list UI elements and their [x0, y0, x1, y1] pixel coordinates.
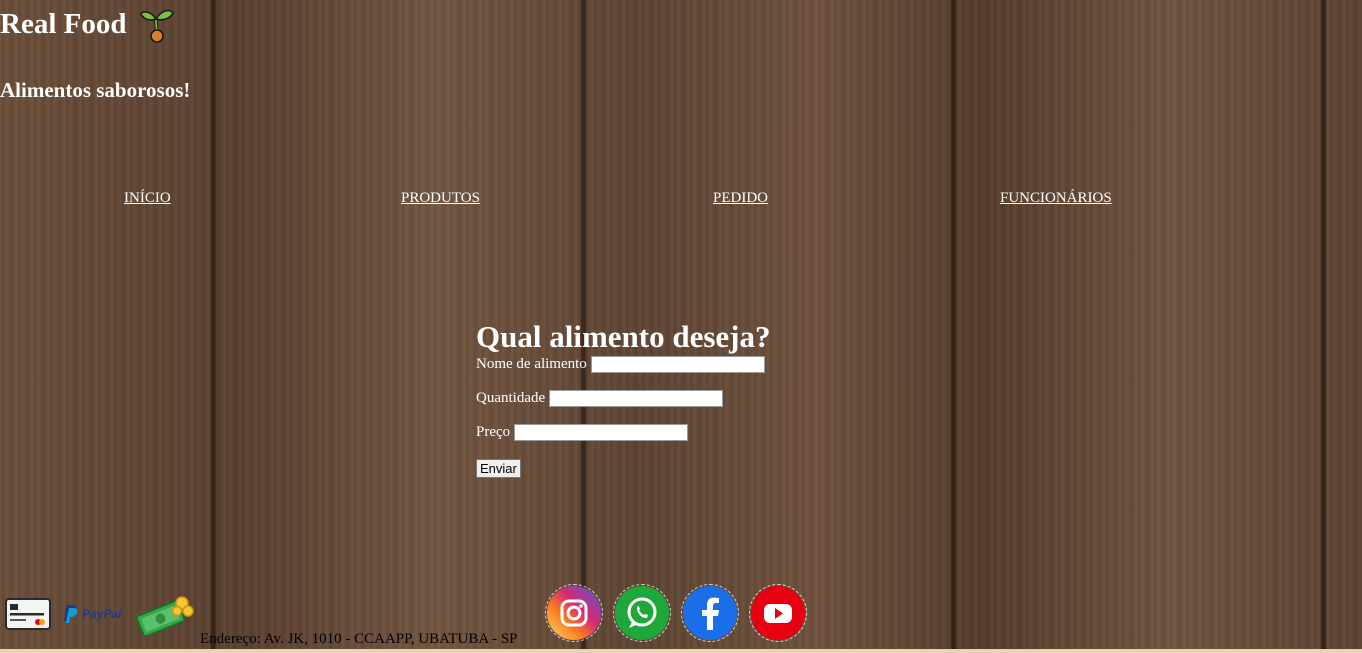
youtube-icon[interactable]: [749, 584, 807, 642]
whatsapp-icon[interactable]: [613, 584, 671, 642]
site-title: Real Food: [0, 5, 176, 43]
bottom-border: [0, 649, 1362, 653]
tagline: Alimentos saborosos!: [0, 78, 191, 102]
quantity-row: Quantidade: [476, 390, 771, 407]
food-name-row: Nome de alimento: [476, 356, 771, 373]
submit-button[interactable]: Enviar: [476, 459, 521, 478]
price-row: Preço: [476, 424, 771, 441]
paypal-wordmark: PayPal: [82, 607, 122, 621]
address: Endereço: Av. JK, 1010 - CCAAPP, UBATUBA…: [200, 631, 518, 647]
nav-link-inicio[interactable]: INÍCIO: [124, 190, 171, 207]
order-form: Qual alimento deseja? Nome de alimento Q…: [476, 320, 771, 478]
credit-card-icon: [5, 598, 51, 635]
price-input[interactable]: [514, 424, 689, 441]
sprout-icon: [138, 5, 176, 43]
food-name-label: Nome de alimento: [476, 356, 587, 372]
form-title: Qual alimento deseja?: [476, 319, 771, 354]
quantity-label: Quantidade: [476, 390, 546, 406]
nav-link-funcionarios[interactable]: FUNCIONÁRIOS: [1000, 190, 1112, 207]
cash-icon: [134, 593, 196, 640]
price-label: Preço: [476, 424, 511, 440]
quantity-input[interactable]: [549, 390, 724, 407]
nav-link-pedido[interactable]: PEDIDO: [713, 190, 768, 207]
site-title-text: Real Food: [0, 8, 127, 40]
instagram-icon[interactable]: [545, 584, 603, 642]
facebook-icon[interactable]: [681, 584, 739, 642]
food-name-input[interactable]: [590, 356, 765, 373]
paypal-icon: PayPal: [62, 603, 130, 630]
nav-link-produtos[interactable]: PRODUTOS: [401, 190, 480, 207]
